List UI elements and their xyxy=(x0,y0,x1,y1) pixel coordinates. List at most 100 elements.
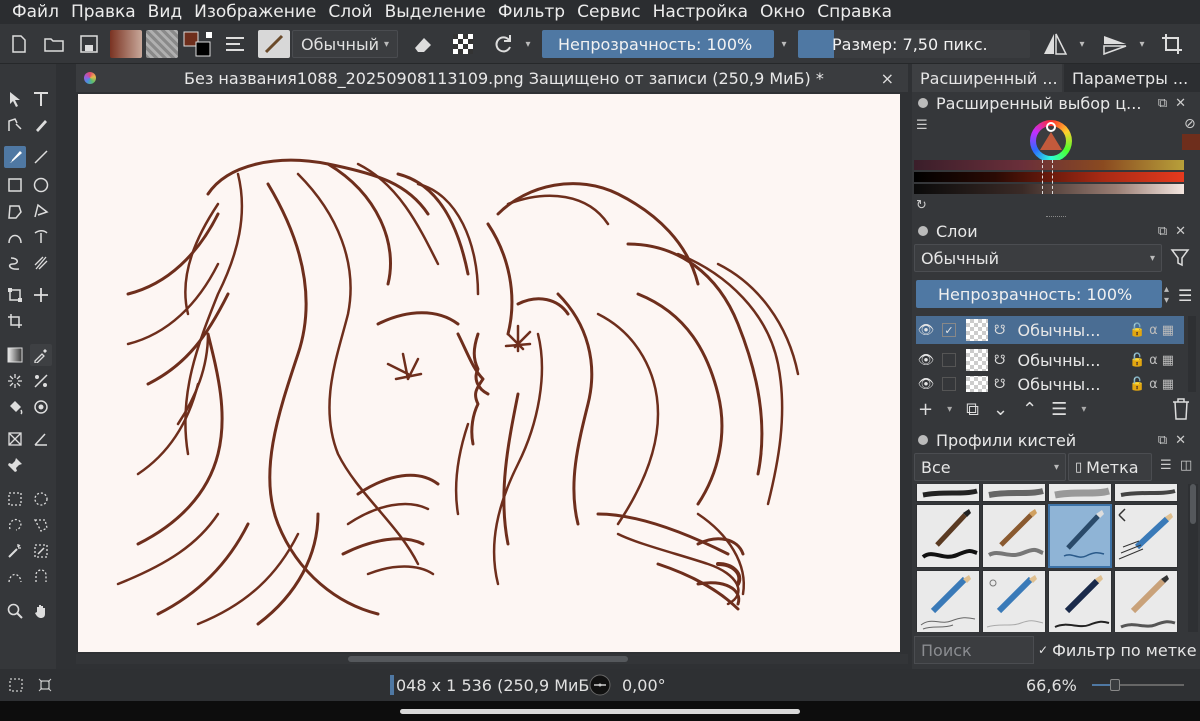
drawing-canvas[interactable] xyxy=(78,94,900,652)
zoom-slider-handle[interactable] xyxy=(1110,679,1120,691)
layer-lock-alpha-icons[interactable]: 🔓α▦ xyxy=(1129,323,1178,338)
layer-lock-alpha-icons[interactable]: 🔓α▦ xyxy=(1129,377,1178,392)
layers-scrollbar[interactable] xyxy=(1188,316,1196,392)
reference-pin-icon[interactable] xyxy=(4,454,26,476)
brush-preset-selected[interactable] xyxy=(1048,504,1112,568)
rectangle-tool-icon[interactable] xyxy=(4,174,26,196)
fill-tool-icon[interactable] xyxy=(4,396,26,418)
splitter-handle[interactable] xyxy=(1046,216,1066,219)
magic-wand-icon[interactable] xyxy=(4,540,26,562)
menu-image[interactable]: Изображение xyxy=(188,2,322,22)
save-icon[interactable] xyxy=(78,30,100,58)
no-color-icon[interactable]: ⊘ xyxy=(1184,116,1196,132)
size-slider[interactable]: Размер: 7,50 пикс. xyxy=(798,30,1030,58)
crop-icon[interactable] xyxy=(1158,30,1186,58)
brush-preset[interactable] xyxy=(982,504,1046,568)
visibility-eye-icon[interactable]: 👁 xyxy=(916,323,936,338)
menu-filter[interactable]: Фильтр xyxy=(492,2,571,22)
pattern-preset-button[interactable] xyxy=(146,30,178,58)
refresh-icon[interactable]: ↻ xyxy=(916,198,927,213)
tab-tool-options[interactable]: Параметры ... xyxy=(1064,64,1200,92)
delete-layer-icon[interactable] xyxy=(1172,398,1190,424)
horizontal-scrollbar[interactable] xyxy=(76,654,908,664)
ellipse-tool-icon[interactable] xyxy=(30,174,52,196)
polyline-tool-icon[interactable] xyxy=(30,200,52,222)
home-gesture-handle[interactable] xyxy=(400,709,800,714)
rotation-control[interactable]: 0,00° xyxy=(586,674,666,696)
chevron-down-icon[interactable]: ▾ xyxy=(1076,30,1088,58)
bezier-tool-icon[interactable] xyxy=(4,226,26,248)
open-document-icon[interactable] xyxy=(42,30,66,58)
menu-select[interactable]: Выделение xyxy=(379,2,492,22)
select-shapes-icon[interactable] xyxy=(4,88,26,110)
scrollbar-thumb[interactable] xyxy=(348,656,628,662)
assistant-tool-icon[interactable] xyxy=(30,370,52,392)
current-color-swatch[interactable] xyxy=(1182,134,1200,150)
panel-float-close-icons[interactable]: ⧉✕ xyxy=(1158,224,1194,239)
scrollbar-thumb[interactable] xyxy=(1190,484,1196,524)
value-strip[interactable] xyxy=(914,184,1184,194)
layer-checkbox[interactable]: ✓ xyxy=(942,323,956,337)
document-tab[interactable]: Без названия1088_20250908113109.png Защи… xyxy=(76,64,908,92)
brush-preset[interactable] xyxy=(982,484,1046,502)
spin-arrows-icon[interactable]: ▴ ▾ xyxy=(1164,284,1169,306)
multibrush-icon[interactable] xyxy=(30,252,52,274)
line-tool-icon[interactable] xyxy=(30,146,52,168)
selection-display-icon[interactable] xyxy=(8,675,24,695)
view-options-icon[interactable]: ☰ xyxy=(1160,458,1172,473)
freehand-path-icon[interactable] xyxy=(30,226,52,248)
gradient-preset-button[interactable] xyxy=(110,30,142,58)
menu-settings[interactable]: Настройка xyxy=(647,2,754,22)
dynamic-brush-icon[interactable] xyxy=(4,252,26,274)
menu-edit[interactable]: Правка xyxy=(65,2,142,22)
tab-advanced-color[interactable]: Расширенный ... xyxy=(912,64,1062,92)
polygon-tool-icon[interactable] xyxy=(4,200,26,222)
toolbox-splitter[interactable] xyxy=(56,64,76,669)
mirror-vertical-icon[interactable] xyxy=(1100,30,1130,58)
ellipse-select-icon[interactable] xyxy=(30,488,52,510)
pan-tool-icon[interactable] xyxy=(30,600,52,622)
brush-preset[interactable] xyxy=(916,570,980,632)
text-tool-icon[interactable] xyxy=(30,88,52,110)
edit-shapes-icon[interactable] xyxy=(4,114,26,136)
layer-properties-icon[interactable]: ☰ xyxy=(1051,399,1067,420)
color-triangle[interactable] xyxy=(1040,132,1062,150)
calligraphy-icon[interactable] xyxy=(30,114,52,136)
brush-preset[interactable] xyxy=(916,484,980,502)
chevron-down-icon[interactable]: ▾ xyxy=(522,30,534,58)
smart-patch-icon[interactable] xyxy=(4,370,26,392)
close-document-icon[interactable]: × xyxy=(881,69,894,88)
magnetic-select-icon[interactable] xyxy=(30,566,52,588)
menu-layer[interactable]: Слой xyxy=(322,2,378,22)
angle-tool-icon[interactable] xyxy=(30,428,52,450)
brush-settings-icon[interactable] xyxy=(222,30,248,58)
layer-checkbox[interactable] xyxy=(942,377,956,391)
brush-search-input[interactable]: Поиск xyxy=(914,636,1034,664)
add-layer-icon[interactable]: + xyxy=(918,399,933,420)
layer-row[interactable]: 👁 ✓ ☋ Обычны... 🔓α▦ xyxy=(916,316,1184,344)
layer-lock-alpha-icons[interactable]: 🔓α▦ xyxy=(1129,353,1178,368)
menu-file[interactable]: Файл xyxy=(6,2,65,22)
freehand-select-icon[interactable] xyxy=(4,514,26,536)
chevron-down-icon[interactable]: ▾ xyxy=(778,30,790,58)
filter-by-tag-checkbox[interactable]: ✓ Фильтр по метке xyxy=(1038,636,1197,664)
freehand-brush-icon[interactable] xyxy=(4,146,26,168)
brush-preset[interactable] xyxy=(1114,504,1178,568)
eraser-icon[interactable] xyxy=(410,30,436,58)
layer-blend-mode-select[interactable]: Обычный ▾ xyxy=(914,244,1162,272)
brush-preset-icon[interactable] xyxy=(258,30,290,58)
hamburger-menu-icon[interactable]: ☰ xyxy=(1178,286,1192,305)
duplicate-layer-icon[interactable]: ⧉ xyxy=(966,399,979,420)
color-picker-icon[interactable] xyxy=(30,344,52,366)
move-layer-up-icon[interactable]: ⌃ xyxy=(1022,399,1037,420)
brush-tag-select[interactable]: Все ▾ xyxy=(914,453,1066,481)
zoom-tool-icon[interactable] xyxy=(4,600,26,622)
transform-tool-icon[interactable] xyxy=(4,284,26,306)
color-selector[interactable] xyxy=(914,120,1184,202)
visibility-eye-icon[interactable]: 👁 xyxy=(916,377,936,392)
tag-button[interactable]: ▯ Метка xyxy=(1068,453,1152,481)
brush-panel-options-icon[interactable]: ◫ xyxy=(1180,458,1192,473)
panel-float-close-icons[interactable]: ⧉✕ xyxy=(1158,96,1194,111)
zoom-slider[interactable] xyxy=(1092,675,1184,695)
enclose-fill-icon[interactable] xyxy=(30,396,52,418)
